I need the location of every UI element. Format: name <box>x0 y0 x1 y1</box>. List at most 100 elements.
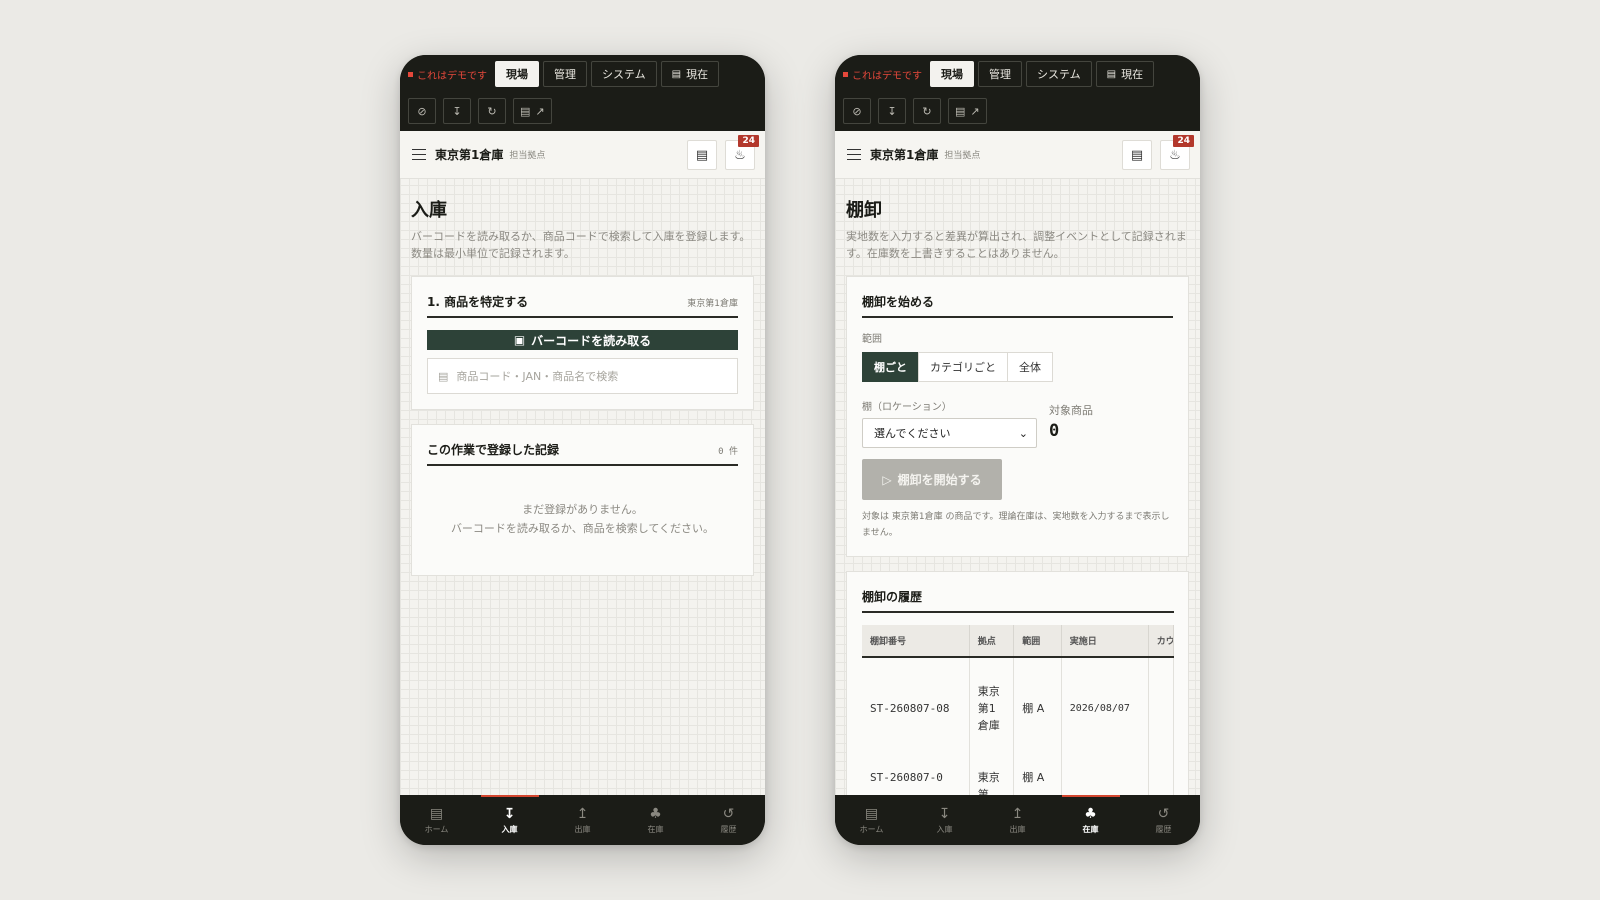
shelf-label: 棚（ロケーション） <box>862 402 952 413</box>
print-icon: ▤ <box>520 104 531 118</box>
scope-option-shelf[interactable]: 棚ごと <box>862 352 919 382</box>
nav-home[interactable]: ▤ ホーム <box>835 795 908 845</box>
wifi-off-button[interactable]: ⊘ <box>408 98 436 124</box>
nav-history[interactable]: ↺ 履歴 <box>1127 795 1200 845</box>
nav-stock[interactable]: ♣ 在庫 <box>1054 795 1127 845</box>
chevron-down-icon: ⌄ <box>1018 426 1028 440</box>
refresh-icon: ↻ <box>487 104 497 118</box>
scan-barcode-button[interactable]: ▣ バーコードを読み取る <box>427 330 738 350</box>
phone-stocktake: これはデモです 現場 管理 システム ▤ 現在 ⊘ ↧ ↻ ▤ ↗ 東京第1倉庫 担… <box>835 55 1200 845</box>
list-button[interactable]: ▤ <box>687 140 717 170</box>
stocktake-note: 対象は 東京第1倉庫 の商品です。理論在庫は、実地数を入力するまで表示しません。 <box>862 512 1170 538</box>
target-count: 0 <box>1049 421 1060 441</box>
page-title: 入庫 <box>411 200 447 221</box>
receive-icon: ↧ <box>503 805 516 822</box>
card-title: この作業で登録した記録 <box>427 443 560 457</box>
list-icon: ▤ <box>1130 147 1144 163</box>
records-card: この作業で登録した記録 0 件 まだ登録がありません。 バーコードを読み取るか、… <box>411 424 754 576</box>
tab-system[interactable]: システム <box>1026 61 1092 87</box>
table-cell: 棚 A <box>1013 657 1062 759</box>
records-count: 0 件 <box>718 447 738 457</box>
start-stocktake-button[interactable]: ▷ 棚卸を開始する <box>862 459 1002 500</box>
download-button[interactable]: ↧ <box>878 98 906 124</box>
list-button[interactable]: ▤ <box>1122 140 1152 170</box>
col-header[interactable]: 実施日 <box>1061 625 1149 658</box>
nav-ship[interactable]: ↥ 出庫 <box>546 795 619 845</box>
scope-segmented-control: 棚ごと カテゴリごと 全体 <box>862 352 1173 382</box>
notification-badge: 24 <box>738 135 759 147</box>
demo-label: これはデモです <box>408 67 487 82</box>
nav-stock[interactable]: ♣ 在庫 <box>619 795 692 845</box>
table-cell: 東京第 <box>969 759 1015 795</box>
stock-icon: ♣ <box>1084 805 1097 822</box>
col-header[interactable]: カウ <box>1148 625 1175 658</box>
nav-history[interactable]: ↺ 履歴 <box>692 795 765 845</box>
tab-site[interactable]: 現場 <box>930 61 974 87</box>
table-row[interactable]: ST-260807-0 東京第 棚 A <box>862 759 1175 795</box>
site-name: 東京第1倉庫 <box>870 148 939 162</box>
refresh-button[interactable]: ↻ <box>913 98 941 124</box>
col-header[interactable]: 棚卸番号 <box>862 625 970 658</box>
table-cell: ST-260807-0 <box>862 759 970 795</box>
scope-label: 範囲 <box>862 334 882 345</box>
app-header: 東京第1倉庫 担当拠点 ▤ ♨ 24 <box>400 131 765 179</box>
menu-icon[interactable] <box>412 148 426 161</box>
top-bar: これはデモです 現場 管理 システム ▤ 現在 ⊘ ↧ ↻ ▤ ↗ <box>835 55 1200 131</box>
card-title: 棚卸の履歴 <box>862 590 923 604</box>
list-icon: ▤ <box>695 147 709 163</box>
page-description: バーコードを読み取るか、商品コードで検索して入庫を登録します。数量は最小単位で記… <box>411 230 751 260</box>
main-screen: 東京第1倉庫 担当拠点 ▤ ♨ 24 入庫 バーコードを読み取るか、商品コードで… <box>400 131 765 795</box>
scope-option-category[interactable]: カテゴリごと <box>918 352 1008 382</box>
history-icon: ↺ <box>1157 805 1170 822</box>
card-title: 1. 商品を特定する <box>427 295 529 309</box>
menu-icon[interactable] <box>847 148 861 161</box>
receive-icon: ↧ <box>938 805 951 822</box>
tab-site[interactable]: 現場 <box>495 61 539 87</box>
site-name: 東京第1倉庫 <box>435 148 504 162</box>
nav-receive[interactable]: ↧ 入庫 <box>908 795 981 845</box>
calendar-icon: ▤ <box>1106 68 1117 80</box>
start-stocktake-card: 棚卸を始める 範囲 棚ごと カテゴリごと 全体 棚（ロケーション） 選んでくださ… <box>846 276 1189 557</box>
wifi-off-button[interactable]: ⊘ <box>843 98 871 124</box>
ship-icon: ↥ <box>576 805 589 822</box>
bell-icon: ♨ <box>1169 147 1181 163</box>
nav-ship[interactable]: ↥ 出庫 <box>981 795 1054 845</box>
tab-now[interactable]: ▤ 現在 <box>660 61 720 87</box>
scope-option-all[interactable]: 全体 <box>1007 352 1053 382</box>
tab-now[interactable]: ▤ 現在 <box>1095 61 1155 87</box>
print-external-button[interactable]: ▤ ↗ <box>948 98 987 124</box>
stock-icon: ♣ <box>649 805 662 822</box>
external-link-icon: ↗ <box>535 104 545 118</box>
shelf-select[interactable]: 選んでください ⌄ <box>862 418 1037 448</box>
product-search-input[interactable]: ▤ 商品コード・JAN・商品名で検索 <box>427 358 738 394</box>
notification-badge: 24 <box>1173 135 1194 147</box>
table-cell: 2026/08/07 <box>1061 657 1149 759</box>
table-cell <box>1061 759 1149 795</box>
home-icon: ▤ <box>864 805 879 822</box>
page-description: 実地数を入力すると差異が算出され、調整イベントとして記録されます。在庫数を上書き… <box>846 230 1187 260</box>
target-label: 対象商品 <box>1049 404 1093 417</box>
identify-card: 1. 商品を特定する 東京第1倉庫 ▣ バーコードを読み取る ▤ 商品コード・J… <box>411 276 754 410</box>
download-button[interactable]: ↧ <box>443 98 471 124</box>
table-row[interactable]: ST-260807-08 東京第1倉庫 棚 A 2026/08/07 <box>862 657 1175 759</box>
download-icon: ↧ <box>887 104 897 118</box>
nav-home[interactable]: ▤ ホーム <box>400 795 473 845</box>
col-header[interactable]: 範囲 <box>1013 625 1062 658</box>
bottom-nav: ▤ ホーム ↧ 入庫 ↥ 出庫 ♣ 在庫 ↺ 履歴 <box>400 795 765 845</box>
table-cell <box>1148 657 1175 759</box>
tab-admin[interactable]: 管理 <box>543 61 587 87</box>
table-cell: ST-260807-08 <box>862 657 970 759</box>
nav-receive[interactable]: ↧ 入庫 <box>473 795 546 845</box>
print-external-button[interactable]: ▤ ↗ <box>513 98 552 124</box>
external-link-icon: ↗ <box>970 104 980 118</box>
page-title: 棚卸 <box>846 200 882 221</box>
main-screen: 東京第1倉庫 担当拠点 ▤ ♨ 24 棚卸 実地数を入力すると差異が算出され、調… <box>835 131 1200 795</box>
col-header[interactable]: 拠点 <box>969 625 1015 658</box>
tab-admin[interactable]: 管理 <box>978 61 1022 87</box>
site-sub: 担当拠点 <box>944 151 981 161</box>
refresh-button[interactable]: ↻ <box>478 98 506 124</box>
bottom-nav: ▤ ホーム ↧ 入庫 ↥ 出庫 ♣ 在庫 ↺ 履歴 <box>835 795 1200 845</box>
empty-message: まだ登録がありません。 バーコードを読み取るか、商品を検索してください。 <box>450 503 715 535</box>
calendar-icon: ▤ <box>671 68 682 80</box>
tab-system[interactable]: システム <box>591 61 657 87</box>
